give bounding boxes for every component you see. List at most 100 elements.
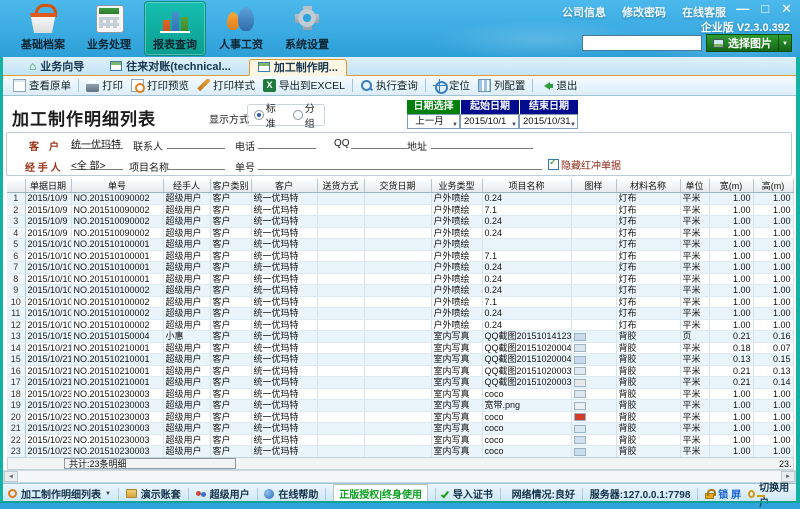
nav-item-5[interactable]: 系统设置 — [276, 1, 338, 56]
toolbar-button-search[interactable]: 执行查询 — [356, 77, 422, 94]
cell-customer: 统一优玛特 — [251, 273, 318, 285]
display-mode-label: 显示方式 — [209, 115, 249, 126]
table-row[interactable]: 18 2015/10/23 NO.201510230003 超级用户 客户 统一优玛特 室内… — [7, 388, 794, 400]
table-row[interactable]: 13 2015/10/15 NO.201510150004 小惠 客户 统一优玛特 室内写真… — [7, 330, 794, 343]
cell-delivery-date — [364, 411, 432, 423]
cell-project-name: coco — [482, 388, 572, 400]
nav-item-1[interactable]: 基础档案 — [12, 1, 74, 56]
phone-field[interactable] — [258, 136, 316, 149]
cell-unit: 平米 — [680, 238, 710, 251]
table-row[interactable]: 23 2015/10/23 NO.201510230003 超级用户 客户 统一优玛特 室内… — [7, 445, 794, 457]
handler-field[interactable]: <全 部> — [71, 157, 123, 172]
table-row[interactable]: 20 2015/10/23 NO.201510230003 超级用户 客户 统一优玛特 室内… — [7, 411, 794, 423]
cell-project-name: QQ截图2015102000390 — [482, 365, 572, 377]
table-row[interactable]: 3 2015/10/9 NO.201510090002 超级用户 客户 统一优玛特 户外喷绘… — [7, 215, 794, 228]
table-row[interactable]: 15 2015/10/21 NO.201510210001 超级用户 客户 统一优玛特 室内… — [7, 353, 794, 366]
toolbar-separator — [78, 79, 79, 92]
toolbar-button-view[interactable]: 查看原单 — [9, 77, 75, 94]
nav-item-4[interactable]: 人事工资 — [210, 1, 272, 56]
toolbar-button-print[interactable]: 打印 — [82, 77, 127, 94]
toolbar-button-pen[interactable]: 打印样式 — [193, 77, 259, 94]
image-path-input[interactable] — [582, 35, 702, 51]
mode-group-option[interactable]: 分组 — [293, 100, 324, 130]
cell-customer: 统一优玛特 — [251, 445, 318, 457]
maximize-icon[interactable]: □ — [761, 1, 769, 17]
end-date-header: 结束日期 — [519, 100, 578, 114]
cell-thumbnail — [571, 307, 617, 320]
table-row[interactable]: 12 2015/10/10 NO.201510100002 超级用户 客户 统一优玛特 户外… — [7, 319, 794, 331]
cell-index: 15 — [7, 353, 26, 366]
cell-unit: 平米 — [680, 365, 710, 377]
mode-standard-option[interactable]: 标准 — [254, 100, 285, 130]
table-row[interactable]: 2 2015/10/9 NO.201510090002 超级用户 客户 统一优玛特 户外喷绘… — [7, 204, 794, 216]
choose-image-dropdown[interactable]: ▼ — [779, 34, 792, 52]
table-row[interactable]: 9 2015/10/10 NO.201510100002 超级用户 客户 统一优玛特 户外喷… — [7, 284, 794, 297]
statusbar-item-8[interactable]: 服务器:127.0.0.1:7798 — [590, 486, 691, 501]
statusbar-item-6[interactable]: 导入证书 — [440, 486, 493, 501]
table-row[interactable]: 17 2015/10/21 NO.201510210001 超级用户 客户 统一优玛特 室内… — [7, 376, 794, 389]
statusbar-item-2[interactable]: 演示账套 — [125, 486, 181, 501]
table-row[interactable]: 16 2015/10/21 NO.201510210001 超级用户 客户 统一优玛特 室内… — [7, 365, 794, 377]
project-field[interactable] — [167, 157, 225, 170]
statusbar-item-9[interactable]: 锁 屏 — [705, 486, 741, 501]
end-date-select[interactable]: 2015/10/31 — [519, 114, 578, 129]
cell-ship-method — [317, 399, 365, 412]
start-date-select[interactable]: 2015/10/1 — [460, 114, 519, 129]
switch-user-button[interactable]: 切换用户 — [748, 479, 790, 509]
toolbar-button-cols[interactable]: 列配置 — [474, 77, 530, 94]
table-row[interactable]: 14 2015/10/21 NO.201510210001 超级用户 客户 统一优玛特 室内… — [7, 342, 794, 354]
tab-3[interactable]: 加工制作明... — [248, 59, 347, 76]
statusbar-separator — [325, 487, 327, 500]
table-row[interactable]: 10 2015/10/10 NO.201510100002 超级用户 客户 统一优玛特 户外… — [7, 296, 794, 308]
scroll-left-icon[interactable]: ◄ — [4, 471, 18, 482]
cell-unit: 平米 — [680, 204, 710, 216]
tab-2[interactable]: 往来对账(technical... — [102, 58, 239, 75]
toolbar-button-preview[interactable]: 打印预览 — [127, 77, 193, 94]
toolbar-button-locate[interactable]: 定位 — [429, 77, 474, 94]
toolbar-button-excel[interactable]: 导出到EXCEL — [259, 77, 349, 94]
nav-item-3[interactable]: 报表查询 — [144, 1, 206, 56]
statusbar-item-4[interactable]: 在线帮助 — [264, 486, 318, 501]
table-row[interactable]: 21 2015/10/23 NO.201510230003 超级用户 客户 统一优玛特 室内… — [7, 422, 794, 435]
cell-qty-clipped: 1.0 — [793, 250, 794, 262]
statusbar-item-label: 锁 屏 — [718, 490, 742, 501]
table-row[interactable]: 8 2015/10/10 NO.201510100001 超级用户 客户 统一优玛特 户外喷… — [7, 273, 794, 285]
cell-business-type: 户外喷绘 — [431, 250, 483, 262]
date-preset-select[interactable]: 上一月 — [407, 114, 460, 129]
address-field[interactable] — [431, 136, 533, 149]
table-row[interactable]: 22 2015/10/23 NO.201510230003 超级用户 客户 统一优玛特 室内… — [7, 434, 794, 446]
cell-delivery-date — [364, 330, 432, 343]
minimize-icon[interactable]: — — [736, 1, 749, 17]
statusbar-item-7[interactable]: 网络情况:良好 — [508, 486, 575, 501]
nav-item-2[interactable]: 业务处理 — [78, 1, 140, 56]
table-row[interactable]: 5 2015/10/10 NO.201510100001 超级用户 客户 统一优玛特 户外喷… — [7, 238, 794, 251]
table-row[interactable]: 1 2015/10/9 NO.201510090002 超级用户 客户 统一优玛特 户外喷绘… — [7, 192, 794, 205]
table-row[interactable]: 7 2015/10/10 NO.201510100001 超级用户 客户 统一优玛特 户外喷… — [7, 261, 794, 274]
toolbar-button-label: 查看原单 — [29, 80, 71, 92]
contact-field[interactable] — [167, 136, 225, 149]
table-row[interactable]: 19 2015/10/23 NO.201510230003 超级用户 客户 统一优玛特 室内… — [7, 399, 794, 412]
close-icon[interactable]: ✕ — [781, 1, 792, 17]
statusbar-item-3[interactable]: 超级用户 — [195, 486, 250, 501]
cell-index: 4 — [7, 227, 26, 239]
toolbar-button-label: 退出 — [556, 80, 578, 92]
app-window: { "window": { "links": ["公司信息", "修改密码", … — [0, 0, 800, 509]
table-row[interactable]: 4 2015/10/9 NO.201510090002 超级用户 客户 统一优玛特 户外喷绘… — [7, 227, 794, 239]
table-row[interactable]: 6 2015/10/10 NO.201510100001 超级用户 客户 统一优玛特 户外喷… — [7, 250, 794, 262]
hide-red-checkbox-row[interactable]: ✓ 隐藏红冲单据 — [548, 157, 621, 172]
table-row[interactable]: 11 2015/10/10 NO.201510100002 超级用户 客户 统一优玛特 户外… — [7, 307, 794, 320]
toolbar-button-exit[interactable]: 退出 — [536, 77, 581, 94]
online-service-link[interactable]: 在线客服 — [682, 4, 726, 20]
qq-field[interactable] — [351, 136, 407, 149]
tab-1[interactable]: ⌂ 业务向导 — [21, 58, 92, 75]
horizontal-scrollbar[interactable]: ◄ ► — [3, 470, 796, 483]
order-field[interactable] — [258, 157, 542, 170]
cell-project-name: coco — [482, 422, 572, 435]
company-info-link[interactable]: 公司信息 — [562, 4, 606, 20]
cell-material: 灯布 — [616, 215, 681, 228]
customer-field[interactable]: 统一优玛特 — [71, 136, 123, 151]
statusbar-item-1[interactable]: 加工制作明细列表 ▼ — [8, 486, 111, 501]
cell-unit: 平米 — [680, 388, 710, 400]
change-password-link[interactable]: 修改密码 — [622, 4, 666, 20]
choose-image-button[interactable]: 选择图片 — [706, 34, 779, 52]
